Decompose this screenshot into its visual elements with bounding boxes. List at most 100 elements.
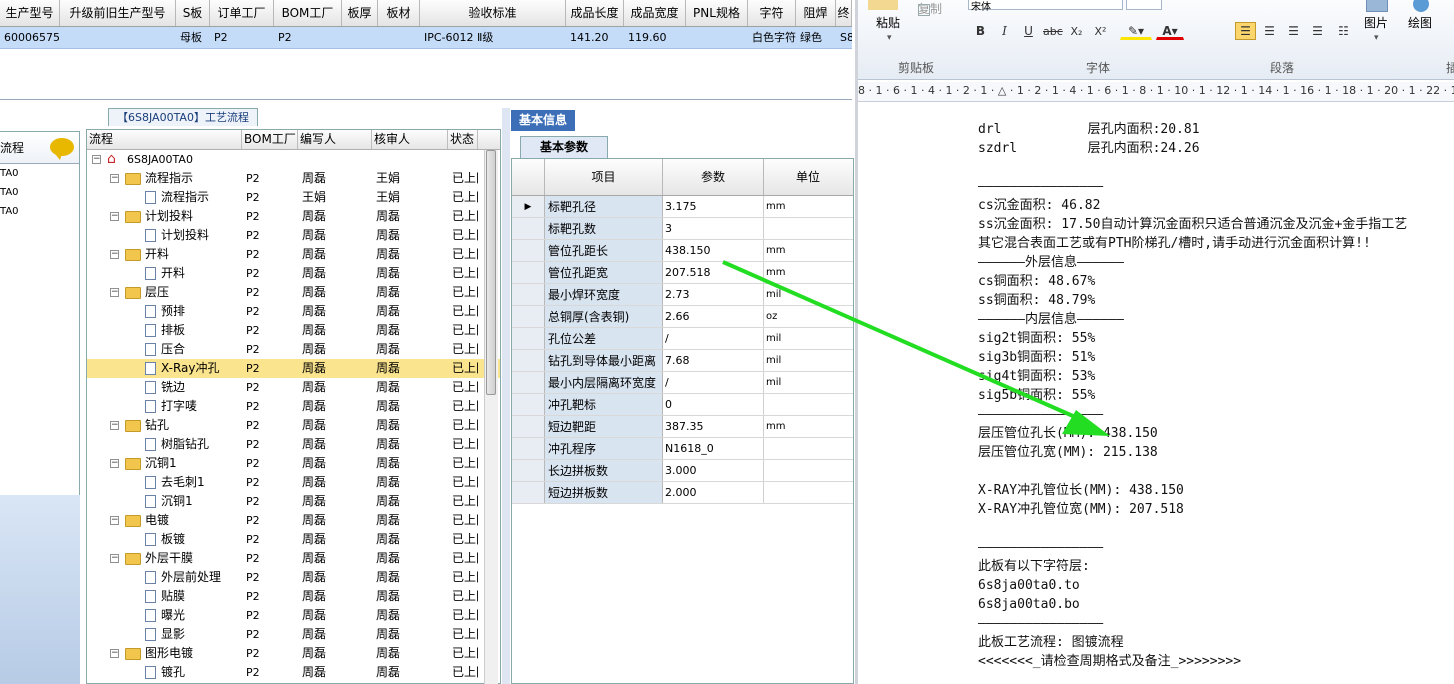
row-indicator[interactable] xyxy=(512,218,545,239)
flow-row[interactable]: − 外层干膜 P2 周磊 周磊 已上网 xyxy=(87,549,500,568)
picture-button[interactable]: 图片 xyxy=(1364,14,1388,31)
collapse-toggle-icon[interactable]: − xyxy=(110,174,119,183)
font-color-button[interactable]: A▾ xyxy=(1156,22,1184,40)
param-value[interactable]: / xyxy=(663,328,764,349)
flow-row[interactable]: 预排 P2 周磊 周磊 已上网 xyxy=(87,302,500,321)
param-value[interactable]: / xyxy=(663,372,764,393)
chat-bubble-icon[interactable] xyxy=(50,138,74,160)
param-value[interactable]: 3 xyxy=(663,218,764,239)
drawing-icon[interactable] xyxy=(1413,0,1429,12)
collapse-toggle-icon[interactable]: − xyxy=(92,155,101,164)
align-center-button[interactable]: ☰ xyxy=(1259,22,1280,40)
font-name-box[interactable]: 宋体 xyxy=(968,0,1123,13)
flow-row[interactable]: − 计划投料 P2 周磊 周磊 已上网 xyxy=(87,207,500,226)
row-indicator[interactable] xyxy=(512,372,545,393)
align-left-button[interactable]: ☰ xyxy=(1235,22,1256,40)
flow-row[interactable]: − 电镀 P2 周磊 周磊 已上网 xyxy=(87,511,500,530)
param-row[interactable]: 冲孔靶标 0 xyxy=(512,394,853,416)
collapse-toggle-icon[interactable]: − xyxy=(110,250,119,259)
param-row[interactable]: 管位孔距长 438.150 mm xyxy=(512,240,853,262)
product-col-header[interactable]: 板厚 xyxy=(342,0,378,26)
param-row[interactable]: 孔位公差 / mil xyxy=(512,328,853,350)
flow-row[interactable]: 树脂钻孔 P2 周磊 周磊 已上网 xyxy=(87,435,500,454)
collapse-toggle-icon[interactable]: − xyxy=(110,459,119,468)
row-indicator[interactable] xyxy=(512,328,545,349)
document-body[interactable]: drl 层孔内面积:20.81 szdrl 层孔内面积:24.26 ————————… xyxy=(978,120,1454,684)
flow-row[interactable]: 开料 P2 周磊 周磊 已上网 xyxy=(87,264,500,283)
collapse-toggle-icon[interactable]: − xyxy=(110,516,119,525)
flow-row[interactable]: 计划投料 P2 周磊 周磊 已上网 xyxy=(87,226,500,245)
param-value[interactable]: 0 xyxy=(663,394,764,415)
param-row[interactable]: 最小焊环宽度 2.73 mil xyxy=(512,284,853,306)
product-col-header[interactable]: 阻焊 xyxy=(796,0,836,26)
param-value[interactable]: 438.150 xyxy=(663,240,764,261)
row-indicator[interactable] xyxy=(512,284,545,305)
product-grid-row[interactable]: 600065753 母板 P2 P2 IPC-6012 Ⅱ级 141.20 119.60 白色… xyxy=(0,27,852,49)
tab-basic-info[interactable]: 基本信息 xyxy=(511,110,575,131)
product-col-header[interactable]: PNL规格 xyxy=(686,0,748,26)
flow-row[interactable]: 流程指示 P2 王娟 王娟 已上网 xyxy=(87,188,500,207)
flow-row[interactable]: − 层压 P2 周磊 周磊 已上网 xyxy=(87,283,500,302)
flow-row[interactable]: 曝光 P2 周磊 周磊 已上网 xyxy=(87,606,500,625)
collapse-toggle-icon[interactable]: − xyxy=(110,554,119,563)
tab-basic-params[interactable]: 基本参数 xyxy=(520,136,608,158)
collapse-toggle-icon[interactable]: − xyxy=(110,212,119,221)
panel-splitter[interactable] xyxy=(502,108,510,684)
product-col-header[interactable]: 验收标准 xyxy=(420,0,566,26)
justify-button[interactable]: ☰ xyxy=(1307,22,1328,40)
flow-row[interactable]: 铣边 P2 周磊 周磊 已上网 xyxy=(87,378,500,397)
left-tree-item[interactable]: TA0 xyxy=(0,183,79,202)
row-indicator[interactable] xyxy=(512,306,545,327)
left-tree-item[interactable]: TA0 xyxy=(0,202,79,221)
row-indicator[interactable] xyxy=(512,262,545,283)
flow-row[interactable]: 贴膜 P2 周磊 周磊 已上网 xyxy=(87,587,500,606)
param-value[interactable]: 2.66 xyxy=(663,306,764,327)
param-value[interactable]: 207.518 xyxy=(663,262,764,283)
product-col-header[interactable]: BOM工厂 xyxy=(274,0,342,26)
row-indicator[interactable] xyxy=(512,438,545,459)
flow-row[interactable]: − 流程指示 P2 周磊 王娟 已上网 xyxy=(87,169,500,188)
flow-row[interactable]: 打字唛 P2 周磊 周磊 已上网 xyxy=(87,397,500,416)
param-value[interactable]: 3.000 xyxy=(663,460,764,481)
product-col-header[interactable]: 板材 xyxy=(378,0,420,26)
param-value[interactable]: 2.000 xyxy=(663,482,764,503)
param-value[interactable]: 387.35 xyxy=(663,416,764,437)
subscript-button[interactable]: X₂ xyxy=(1066,22,1087,40)
picture-icon[interactable] xyxy=(1366,0,1388,12)
param-value[interactable]: N1618_0 xyxy=(663,438,764,459)
param-row[interactable]: 短边靶距 387.35 mm xyxy=(512,416,853,438)
row-indicator[interactable] xyxy=(512,482,545,503)
param-row[interactable]: ▶ 标靶孔径 3.175 mm xyxy=(512,196,853,218)
flow-row[interactable]: 外层前处理 P2 周磊 周磊 已上网 xyxy=(87,568,500,587)
param-value[interactable]: 3.175 xyxy=(663,196,764,217)
paste-icon[interactable] xyxy=(868,0,898,10)
param-row[interactable]: 最小内层隔离环宽度 / mil xyxy=(512,372,853,394)
product-col-header[interactable]: 升级前旧生产型号 xyxy=(60,0,176,26)
param-row[interactable]: 总铜厚(含表铜) 2.66 oz xyxy=(512,306,853,328)
flow-row[interactable]: 镀孔 P2 周磊 周磊 已上网 xyxy=(87,663,500,682)
flow-scrollbar-thumb[interactable] xyxy=(486,150,496,395)
underline-button[interactable]: U xyxy=(1018,22,1039,40)
param-row[interactable]: 标靶孔数 3 xyxy=(512,218,853,240)
flow-col-header[interactable]: 核审人 xyxy=(372,130,448,149)
superscript-button[interactable]: X² xyxy=(1090,22,1111,40)
product-col-header[interactable]: S板 xyxy=(176,0,210,26)
flow-row[interactable]: 沉铜1 P2 周磊 周磊 已上网 xyxy=(87,492,500,511)
current-row-indicator-icon[interactable]: ▶ xyxy=(512,196,545,217)
collapse-toggle-icon[interactable]: − xyxy=(110,649,119,658)
row-indicator[interactable] xyxy=(512,240,545,261)
flow-row[interactable]: 去毛刺1 P2 周磊 周磊 已上网 xyxy=(87,473,500,492)
collapse-toggle-icon[interactable]: − xyxy=(110,288,119,297)
picture-dropdown-icon[interactable]: ▾ xyxy=(1374,33,1379,43)
param-row[interactable]: 钻孔到导体最小距离 7.68 mil xyxy=(512,350,853,372)
drawing-button[interactable]: 绘图 xyxy=(1408,14,1432,31)
flow-row[interactable]: X-Ray冲孔 P2 周磊 周磊 已上网 xyxy=(87,359,500,378)
product-col-header[interactable]: 成品宽度 xyxy=(624,0,686,26)
horizontal-ruler[interactable]: 8 · 1 · 6 · 1 · 4 · 1 · 2 · 1 · △ · 1 · … xyxy=(858,82,1454,102)
product-col-header[interactable]: 生产型号 xyxy=(0,0,60,26)
row-indicator[interactable] xyxy=(512,350,545,371)
distribute-button[interactable]: ☷ xyxy=(1333,22,1354,40)
strikethrough-button[interactable]: abc xyxy=(1042,22,1063,40)
row-indicator[interactable] xyxy=(512,416,545,437)
product-col-header[interactable]: 订单工厂 xyxy=(210,0,274,26)
